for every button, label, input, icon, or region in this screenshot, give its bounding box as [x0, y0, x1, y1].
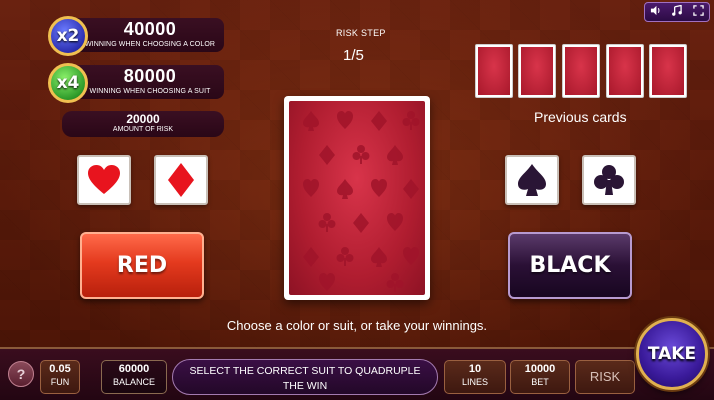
suit-win-label: WINNING WHEN CHOOSING A SUIT	[89, 88, 211, 95]
game-stage: 40000 WINNING WHEN CHOOSING A COLOR x2 8…	[0, 0, 714, 400]
lines-value: 10	[468, 363, 482, 375]
card-back	[289, 101, 425, 295]
previous-cards-label: Previous cards	[534, 109, 627, 125]
club-suit-button[interactable]	[582, 155, 636, 205]
speaker-icon[interactable]	[650, 5, 661, 19]
color-win-value: 40000	[123, 19, 177, 39]
bet-box[interactable]: 10000 BET	[510, 360, 570, 394]
lines-box[interactable]: 10 LINES	[444, 360, 506, 394]
heart-suit-button[interactable]	[77, 155, 131, 205]
lines-label: LINES	[461, 376, 488, 387]
previous-card	[562, 44, 600, 98]
fun-box[interactable]: 0.05 FUN	[40, 360, 80, 394]
instruction-text: Choose a color or suit, or take your win…	[226, 318, 488, 333]
diamond-icon	[168, 163, 194, 197]
bet-label: BET	[531, 376, 549, 387]
previous-card	[518, 44, 556, 98]
risk-step-label: RISK STEP	[336, 28, 386, 38]
previous-card	[606, 44, 644, 98]
risk-amount-value: 20000	[126, 112, 160, 126]
top-controls	[644, 2, 710, 22]
fun-value: 0.05	[49, 363, 71, 375]
take-button[interactable]: TAKE	[636, 318, 708, 390]
balance-value: 60000	[118, 363, 150, 375]
spade-icon	[518, 164, 546, 196]
club-icon	[594, 165, 624, 195]
risk-amount-label: AMOUNT OF RISK	[112, 126, 174, 133]
card-back-pattern	[303, 111, 420, 292]
color-win-label: WINNING WHEN CHOOSING A COLOR	[84, 41, 216, 48]
x4-badge: x4	[48, 63, 88, 103]
x2-badge: x2	[48, 16, 88, 56]
diamond-suit-button[interactable]	[154, 155, 208, 205]
music-note-icon[interactable]	[671, 4, 683, 19]
message-box: SELECT THE CORRECT SUIT TO QUADRUPLE THE…	[172, 359, 438, 395]
spade-suit-button[interactable]	[505, 155, 559, 205]
balance-box: 60000 BALANCE	[101, 360, 167, 394]
fullscreen-icon[interactable]	[693, 5, 704, 19]
previous-card	[649, 44, 687, 98]
main-card	[284, 96, 430, 300]
color-multiplier-box: 40000 WINNING WHEN CHOOSING A COLOR	[76, 18, 224, 52]
fun-label: FUN	[50, 376, 70, 387]
message-line-2: THE WIN	[282, 380, 328, 393]
help-button[interactable]: ?	[8, 361, 34, 387]
message-line-1: SELECT THE CORRECT SUIT TO QUADRUPLE	[189, 365, 421, 377]
risk-step-value: 1/5	[343, 47, 364, 64]
red-button[interactable]: RED	[80, 232, 204, 299]
suit-multiplier-box: 80000 WINNING WHEN CHOOSING A SUIT	[76, 65, 224, 99]
previous-card	[475, 44, 513, 98]
suit-win-value: 80000	[123, 66, 177, 86]
bet-value: 10000	[524, 363, 556, 375]
black-button[interactable]: BLACK	[508, 232, 632, 299]
balance-label: BALANCE	[112, 376, 156, 387]
risk-button[interactable]: RISK	[575, 360, 635, 394]
risk-amount-panel: 20000 AMOUNT OF RISK	[62, 111, 224, 137]
heart-icon	[88, 165, 120, 194]
